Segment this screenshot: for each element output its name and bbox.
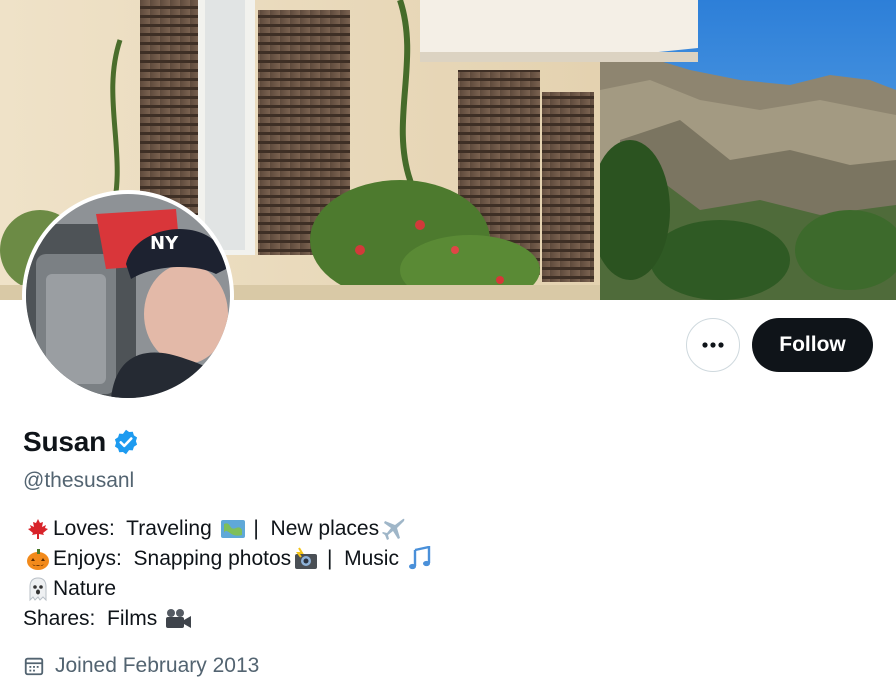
music-notes-icon: [405, 546, 435, 572]
jack-o-lantern-icon: [23, 546, 53, 572]
ghost-icon: [23, 576, 53, 602]
bio-text-music: | Music: [321, 547, 405, 570]
follow-button[interactable]: Follow: [752, 318, 873, 372]
bio-text-enjoys: Enjoys: Snapping photos: [53, 547, 292, 570]
verified-badge-icon[interactable]: [112, 428, 140, 456]
calendar-icon: [23, 655, 45, 677]
bio-line-shares: Shares: Films: [23, 604, 435, 634]
profile-name-row: Susan: [23, 426, 140, 458]
avatar-image: NY: [26, 194, 230, 398]
world-map-icon: [218, 516, 248, 542]
avatar[interactable]: NY: [22, 190, 234, 402]
joined-date-text: Joined February 2013: [55, 654, 260, 677]
joined-date: Joined February 2013: [23, 654, 259, 678]
follow-button-label: Follow: [779, 333, 846, 356]
bio-line-loves: Loves: Traveling | New places: [23, 514, 435, 544]
svg-text:NY: NY: [150, 233, 179, 254]
profile-handle: @thesusanl: [23, 469, 135, 492]
bio-line-enjoys: Enjoys: Snapping photos | Music: [23, 544, 435, 574]
bio-text-loves: Loves: Traveling: [53, 517, 218, 540]
camera-flash-icon: [291, 546, 321, 572]
bio-text-new-places: | New places: [247, 517, 380, 540]
bio-text-shares: Shares: Films: [23, 607, 164, 630]
airplane-icon: [379, 516, 409, 542]
more-dots-icon: [702, 342, 724, 348]
bio-line-nature: Nature: [23, 574, 435, 604]
more-options-button[interactable]: [686, 318, 740, 372]
profile-bio: Loves: Traveling | New places Enjoys: Sn…: [23, 514, 435, 634]
bio-text-nature: Nature: [53, 577, 117, 600]
movie-camera-icon: [163, 606, 193, 632]
maple-leaf-icon: [23, 516, 53, 542]
profile-name: Susan: [23, 426, 107, 457]
